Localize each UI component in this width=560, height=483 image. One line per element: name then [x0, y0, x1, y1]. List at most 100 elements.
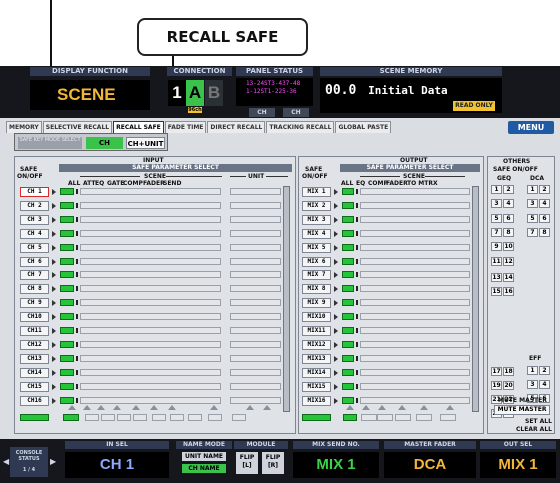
scene-parameter-toggles[interactable]	[80, 216, 221, 223]
dca-safe-button[interactable]: 2	[539, 185, 550, 194]
layer-b-indicator[interactable]: B	[205, 80, 223, 106]
tab-recall-safe[interactable]: RECALL SAFE	[113, 121, 164, 133]
safe-channel-button[interactable]: CH10	[20, 312, 49, 322]
geq-safe-button[interactable]: 10	[503, 242, 514, 251]
column-toggle[interactable]	[152, 414, 166, 421]
effect-safe-button[interactable]: 1	[527, 366, 538, 375]
safe-channel-button[interactable]: CH13	[20, 354, 49, 364]
column-select-arrow-icon[interactable]	[378, 405, 386, 410]
all-parameter-toggle[interactable]	[60, 230, 74, 237]
column-toggle[interactable]	[440, 414, 456, 421]
dca-safe-button[interactable]: 8	[539, 228, 550, 237]
column-select-arrow-icon[interactable]	[346, 405, 354, 410]
geq-safe-button[interactable]: 17	[491, 367, 502, 376]
unit-parameter-toggle[interactable]	[230, 397, 281, 404]
safe-channel-button[interactable]: MIX 2	[302, 201, 331, 211]
mix-send-value[interactable]: MIX 1	[293, 452, 379, 478]
all-parameter-toggle[interactable]	[342, 271, 354, 278]
safe-channel-button[interactable]: MIX 3	[302, 215, 331, 225]
column-toggle[interactable]	[377, 414, 393, 421]
safe-channel-button[interactable]: MIX 8	[302, 284, 331, 294]
all-parameter-toggle[interactable]	[342, 230, 354, 237]
all-parameter-toggle[interactable]	[342, 327, 354, 334]
scene-parameter-toggles[interactable]	[80, 188, 221, 195]
all-column-toggle[interactable]	[343, 414, 357, 421]
all-parameter-toggle[interactable]	[60, 383, 74, 390]
all-parameter-toggle[interactable]	[342, 383, 354, 390]
all-parameter-toggle[interactable]	[60, 216, 74, 223]
geq-safe-button[interactable]: 6	[503, 214, 514, 223]
unit-parameter-toggle[interactable]	[230, 341, 281, 348]
dca-safe-button[interactable]: 4	[539, 199, 550, 208]
safe-channel-button[interactable]: CH16	[20, 396, 49, 406]
all-parameter-toggle[interactable]	[342, 216, 354, 223]
console-status-button[interactable]: CONSOLE STATUS 1 / 4	[10, 447, 48, 477]
column-select-arrow-icon[interactable]	[210, 405, 218, 410]
column-select-arrow-icon[interactable]	[150, 405, 158, 410]
column-toggle[interactable]	[117, 414, 131, 421]
all-parameter-toggle[interactable]	[60, 327, 74, 334]
scene-parameter-toggles[interactable]	[80, 355, 221, 362]
safe-channel-button[interactable]: MIX10	[302, 312, 331, 322]
column-select-arrow-icon[interactable]	[362, 405, 370, 410]
scene-parameter-toggles[interactable]	[80, 299, 221, 306]
scene-parameter-toggles[interactable]	[360, 244, 470, 251]
all-parameter-toggle[interactable]	[342, 285, 354, 292]
column-toggle[interactable]	[188, 414, 202, 421]
safe-channel-button[interactable]: CH 5	[20, 243, 49, 253]
column-toggle[interactable]	[208, 414, 222, 421]
flip-right-button[interactable]: FLIP [R]	[262, 452, 284, 474]
safe-channel-button[interactable]: CH 1	[20, 187, 49, 197]
geq-safe-button[interactable]: 16	[503, 287, 514, 296]
all-column-toggle[interactable]	[63, 414, 79, 421]
geq-safe-button[interactable]: 12	[503, 257, 514, 266]
geq-safe-button[interactable]: 1	[491, 185, 502, 194]
set-all-button[interactable]: SET ALL	[525, 418, 552, 425]
dca-safe-button[interactable]: 6	[539, 214, 550, 223]
column-toggle[interactable]	[395, 414, 411, 421]
scene-parameter-toggles[interactable]	[360, 258, 470, 265]
safe-channel-button[interactable]: MIX16	[302, 396, 331, 406]
column-select-arrow-icon[interactable]	[97, 405, 105, 410]
geq-safe-button[interactable]: 15	[491, 287, 502, 296]
scene-parameter-toggles[interactable]	[360, 313, 470, 320]
column-select-arrow-icon[interactable]	[83, 405, 91, 410]
column-toggle[interactable]	[85, 414, 99, 421]
tab-memory[interactable]: MEMORY	[6, 121, 42, 133]
flip-left-button[interactable]: FLIP [L]	[236, 452, 258, 474]
all-parameter-toggle[interactable]	[342, 397, 354, 404]
column-select-arrow-icon[interactable]	[446, 405, 454, 410]
tab-global-paste[interactable]: GLOBAL PASTE	[335, 121, 392, 133]
safe-channel-button[interactable]: MIX12	[302, 340, 331, 350]
safe-channel-button[interactable]: MIX 9	[302, 298, 331, 308]
column-select-arrow-icon[interactable]	[420, 405, 428, 410]
safe-channel-button[interactable]: CH 7	[20, 270, 49, 280]
all-parameter-toggle[interactable]	[60, 244, 74, 251]
all-parameter-toggle[interactable]	[60, 397, 74, 404]
unit-parameter-toggle[interactable]	[230, 327, 281, 334]
scene-parameter-toggles[interactable]	[80, 313, 221, 320]
scene-parameter-toggles[interactable]	[360, 327, 470, 334]
unit-parameter-toggle[interactable]	[230, 355, 281, 362]
unit-parameter-toggle[interactable]	[230, 202, 281, 209]
unit-parameter-toggle[interactable]	[230, 383, 281, 390]
column-select-arrow-icon[interactable]	[113, 405, 121, 410]
safe-channel-button[interactable]: CH12	[20, 340, 49, 350]
scene-parameter-toggles[interactable]	[80, 244, 221, 251]
all-parameter-toggle[interactable]	[342, 244, 354, 251]
safe-channel-button[interactable]: MIX 6	[302, 257, 331, 267]
scene-parameter-toggles[interactable]	[80, 397, 221, 404]
scene-parameter-toggles[interactable]	[80, 258, 221, 265]
dca-safe-button[interactable]: 1	[527, 185, 538, 194]
safe-channel-button[interactable]: MIX11	[302, 326, 331, 336]
all-parameter-toggle[interactable]	[342, 188, 354, 195]
geq-safe-button[interactable]: 19	[491, 381, 502, 390]
unit-parameter-toggle[interactable]	[230, 285, 281, 292]
scene-parameter-toggles[interactable]	[360, 299, 470, 306]
master-fader-value[interactable]: DCA	[384, 452, 476, 478]
geq-safe-button[interactable]: 7	[491, 228, 502, 237]
unit-parameter-toggle[interactable]	[230, 230, 281, 237]
safe-channel-button[interactable]: CH 3	[20, 215, 49, 225]
all-parameter-toggle[interactable]	[60, 299, 74, 306]
safe-channel-button[interactable]: CH11	[20, 326, 49, 336]
